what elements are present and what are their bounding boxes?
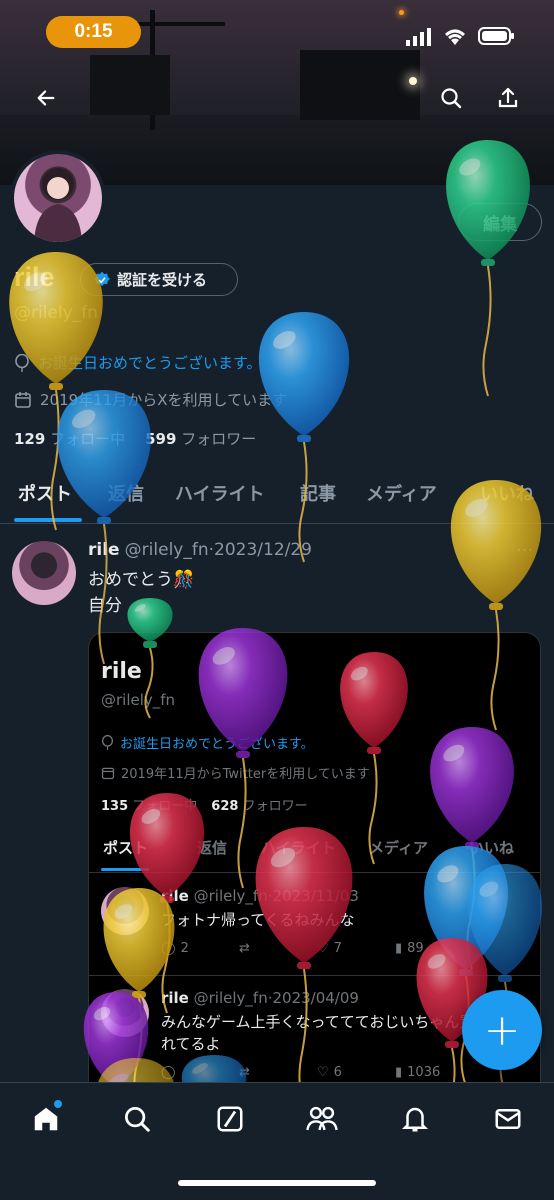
search-button[interactable]: [431, 78, 471, 118]
get-verified-button[interactable]: 認証を受ける: [80, 263, 238, 296]
embed-following-label: フォロー中: [132, 799, 198, 814]
embed-tab-media: メディア: [369, 839, 428, 857]
embed-post-header: rile @rilely_fn·2023/11/03: [161, 887, 359, 905]
embed-post-header: rile @rilely_fn·2023/04/09: [161, 989, 359, 1007]
profile-handle: @rilely_fn: [14, 303, 98, 323]
followers-label: フォロワー: [181, 430, 257, 448]
retweet-icon: ⇄: [239, 1065, 250, 1080]
post-author-name[interactable]: rile: [88, 540, 120, 560]
embed-followers-count: 628: [211, 799, 239, 814]
calendar-icon: [15, 391, 31, 408]
balloon-icon: [15, 353, 29, 372]
verified-badge-icon: [94, 271, 110, 286]
embed-name: rile: [101, 659, 142, 684]
post-header: rile @rilely_fn·2023/12/29: [88, 540, 312, 560]
status-time: 0:15: [46, 16, 141, 48]
following-label: フォロー中: [50, 430, 126, 448]
search-icon: [441, 88, 462, 109]
views-icon: ▮ 89: [395, 941, 424, 956]
joined-text: 2019年11月からXを利用しています: [40, 391, 288, 409]
nav-home[interactable]: [24, 1097, 68, 1141]
birthday-text[interactable]: お誕生日おめでとうございます。: [38, 352, 262, 373]
battery-icon: [478, 26, 516, 50]
wifi-icon: [442, 26, 468, 50]
tab-articles[interactable]: 記事: [300, 470, 336, 516]
tab-posts[interactable]: ポスト: [18, 470, 72, 516]
search-icon: [125, 1107, 150, 1132]
nav-grok[interactable]: [208, 1097, 252, 1141]
embed-tab-replies: 返信: [197, 839, 228, 857]
reply-icon: ◯: [161, 1065, 176, 1080]
embed-post-actions: ◯ ⇄ ♡ 6 ▮ 1036: [161, 1065, 531, 1080]
balloon: [258, 312, 350, 563]
post-more-button[interactable]: ···: [516, 540, 533, 561]
nav-messages[interactable]: [486, 1097, 530, 1141]
post-date[interactable]: 2023/12/29: [214, 540, 312, 560]
nav-notifications[interactable]: [393, 1097, 437, 1141]
embed-post-actions: ◯ 2 ⇄ ♡ 7 ▮ 89: [161, 941, 531, 956]
embed-birthday-text: お誕生日おめでとうございます。: [120, 737, 314, 752]
back-arrow-icon: [37, 90, 55, 106]
embed-joined-text: 2019年11月からTwitterを利用しています: [121, 767, 370, 782]
home-icon: [34, 1107, 58, 1131]
get-verified-label: 認証を受ける: [117, 271, 208, 289]
profile-avatar[interactable]: [10, 150, 106, 246]
reply-icon: ◯ 2: [161, 941, 189, 956]
profile-name: rile: [14, 262, 55, 292]
grok-icon: [217, 1106, 243, 1132]
views-icon: ▮ 1036: [395, 1065, 441, 1080]
joined-row: 2019年11月からXを利用しています: [14, 389, 287, 410]
embed-following-count: 135: [101, 799, 129, 814]
more-icon: ···: [516, 540, 534, 561]
embed-followers-label: フォロワー: [242, 799, 308, 814]
followers-count: 599: [145, 430, 177, 448]
embed-tabs: ポスト 返信 ハイライト メディア いいね: [89, 831, 540, 873]
plus-icon: +: [483, 1004, 521, 1056]
post-avatar[interactable]: [12, 541, 76, 605]
embed-tab-likes: いいね: [469, 839, 515, 857]
embed-post-text: フォトナ帰ってくるねみんな: [161, 911, 355, 929]
balloon-icon: [101, 735, 114, 750]
profile-tabs: ポスト 返信 ハイライト 記事 メディア いいね: [0, 470, 554, 524]
active-tab-indicator: [14, 518, 82, 522]
communities-icon: [306, 1106, 338, 1131]
following-count: 129: [14, 430, 46, 448]
home-indicator: [178, 1180, 376, 1186]
tab-replies[interactable]: 返信: [108, 470, 144, 516]
embed-post-avatar: [101, 989, 149, 1037]
post-author-handle[interactable]: @rilely_fn: [125, 540, 209, 560]
nav-communities[interactable]: [300, 1097, 344, 1141]
tab-highlights[interactable]: ハイライト: [175, 470, 265, 516]
calendar-icon: [101, 767, 115, 779]
edit-profile-button[interactable]: 編集: [458, 203, 542, 241]
tab-media[interactable]: メディア: [366, 470, 437, 516]
embed-joined-row: 2019年11月からTwitterを利用しています: [101, 763, 370, 782]
follow-counts: 129 フォロー中 599 フォロワー: [14, 428, 256, 449]
share-icon: [498, 87, 518, 108]
birthday-row: お誕生日おめでとうございます。: [14, 352, 262, 373]
messages-icon: [495, 1109, 521, 1129]
embed-post: rile @rilely_fn·2023/11/03 フォトナ帰ってくるねみんな…: [89, 887, 540, 977]
signal-icon: [406, 28, 434, 50]
nav-search[interactable]: [115, 1097, 159, 1141]
like-icon: ♡ 7: [317, 941, 342, 956]
notifications-icon: [401, 1107, 429, 1132]
embed-birthday-row: お誕生日おめでとうございます。: [101, 733, 314, 752]
followers-link[interactable]: 599 フォロワー: [145, 428, 256, 449]
share-button[interactable]: [488, 78, 528, 118]
embed-tab-highlights: ハイライト: [261, 839, 336, 857]
like-icon: ♡ 6: [317, 1065, 342, 1080]
tab-likes[interactable]: いいね: [480, 470, 534, 516]
following-link[interactable]: 129 フォロー中: [14, 428, 125, 449]
post-text-line1: おめでとう🎊: [88, 570, 195, 590]
embed-follow-counts: 135 フォロー中 628 フォロワー: [101, 795, 308, 814]
retweet-icon: ⇄: [239, 941, 250, 956]
compose-post-button[interactable]: +: [462, 990, 542, 1070]
embed-tab-indicator: [101, 868, 149, 871]
back-button[interactable]: [26, 78, 66, 118]
embed-tab-posts: ポスト: [103, 839, 149, 857]
embed-post-avatar: [101, 887, 149, 935]
post-text-line2: 自分: [88, 596, 122, 616]
embed-handle: @rilely_fn: [101, 691, 176, 709]
